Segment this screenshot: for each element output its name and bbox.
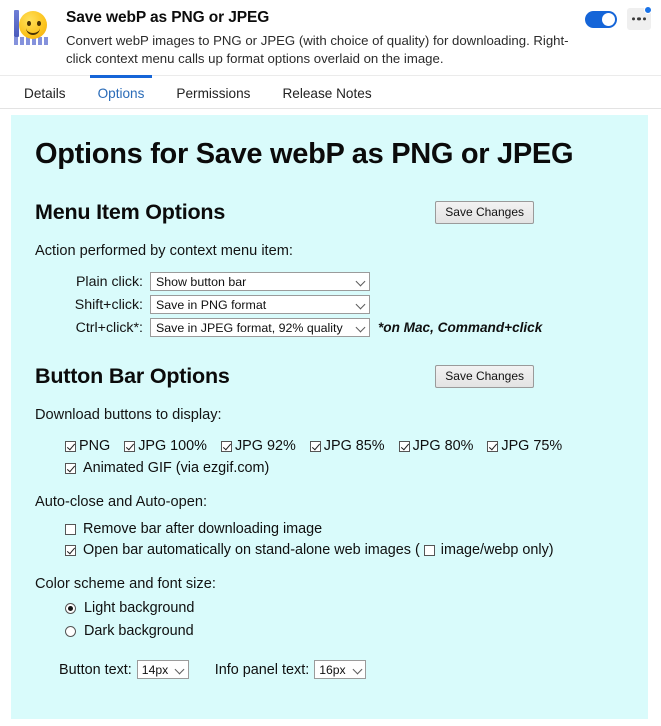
checkbox-webp-only-label: image/webp only bbox=[440, 542, 549, 558]
options-page-inner: Options for Save webP as PNG or JPEG Men… bbox=[11, 135, 648, 679]
context-menu-action-label: Action performed by context menu item: bbox=[35, 243, 293, 259]
autoclose-autoopen-label: Auto-close and Auto-open: bbox=[35, 494, 208, 510]
radio-dark-background[interactable]: Dark background bbox=[65, 622, 624, 640]
checkbox-jpg-75[interactable]: JPG 75% bbox=[487, 437, 562, 455]
notification-badge-dot bbox=[644, 6, 652, 14]
save-changes-menu-button[interactable]: Save Changes bbox=[435, 200, 534, 224]
radio-icon bbox=[65, 625, 76, 637]
tab-permissions[interactable]: Permissions bbox=[160, 76, 266, 103]
toggle-knob bbox=[602, 12, 615, 26]
menu-item-options-header: Menu Item Options Save Changes bbox=[35, 199, 624, 225]
tab-release-notes[interactable]: Release Notes bbox=[266, 76, 387, 103]
checkbox-remove-bar[interactable]: Remove bar after downloading image bbox=[65, 521, 624, 537]
checkbox-open-bar-label: Open bar automatically on stand-alone we… bbox=[83, 542, 420, 558]
extension-description: Convert webP images to PNG or JPEG (with… bbox=[66, 33, 569, 66]
tab-bar: Details Options Permissions Release Note… bbox=[0, 75, 661, 109]
checkbox-jpg-92-label: JPG 92% bbox=[234, 438, 296, 454]
plain-click-value: Show button bar bbox=[156, 274, 247, 289]
checkbox-png[interactable]: PNG bbox=[65, 437, 110, 455]
tab-details[interactable]: Details bbox=[8, 76, 82, 103]
open-bar-suffix: ) bbox=[548, 542, 554, 558]
checkbox-icon bbox=[124, 440, 136, 452]
save-changes-buttonbar-button[interactable]: Save Changes bbox=[435, 364, 534, 388]
header-controls bbox=[585, 6, 652, 30]
context-menu-action-rows: Plain click: Show button bar Shift+click… bbox=[59, 272, 624, 337]
checkbox-animated-gif[interactable]: Animated GIF (via ezgif.com) bbox=[65, 460, 624, 476]
radio-light-background[interactable]: Light background bbox=[65, 599, 624, 617]
extension-enabled-toggle[interactable] bbox=[585, 10, 617, 28]
tab-options[interactable]: Options bbox=[82, 75, 161, 103]
checkbox-webp-only-icon[interactable] bbox=[423, 544, 435, 556]
checkbox-jpg-92[interactable]: JPG 92% bbox=[220, 437, 296, 455]
checkbox-jpg-85-label: JPG 85% bbox=[323, 438, 385, 454]
download-buttons-checkbox-row: PNG JPG 100% JPG 92% JPG 85% JPG 80% JPG… bbox=[65, 437, 624, 455]
ctrl-click-value: Save in JPEG format, 92% quality bbox=[156, 320, 343, 335]
menu-item-options-title: Menu Item Options bbox=[35, 200, 226, 224]
ctrl-click-label: Ctrl+click*: bbox=[75, 319, 143, 336]
button-bar-options-header: Button Bar Options Save Changes bbox=[35, 363, 624, 389]
chevron-down-icon bbox=[356, 300, 365, 309]
info-panel-text-label: Info panel text: bbox=[214, 661, 310, 678]
chevron-down-icon bbox=[176, 665, 185, 674]
button-text-size-value: 14px bbox=[141, 662, 169, 677]
button-text-label: Button text: bbox=[59, 661, 132, 678]
checkbox-jpg-100-label: JPG 100% bbox=[138, 438, 207, 454]
chevron-down-icon bbox=[353, 665, 362, 674]
ctrl-click-select[interactable]: Save in JPEG format, 92% quality bbox=[150, 318, 370, 337]
shift-click-label: Shift+click: bbox=[74, 296, 143, 313]
button-text-size-select[interactable]: 14px bbox=[136, 660, 189, 679]
checkbox-icon bbox=[487, 440, 499, 452]
ctrl-click-row: Ctrl+click*: Save in JPEG format, 92% qu… bbox=[59, 318, 624, 337]
options-page-frame: Options for Save webP as PNG or JPEG Men… bbox=[11, 115, 648, 719]
radio-light-background-label: Light background bbox=[84, 600, 195, 616]
plain-click-row: Plain click: Show button bar bbox=[59, 272, 624, 291]
radio-dark-background-label: Dark background bbox=[84, 623, 194, 639]
shift-click-select[interactable]: Save in PNG format bbox=[150, 295, 370, 314]
checkbox-open-bar-icon[interactable] bbox=[65, 544, 76, 556]
chevron-down-icon bbox=[356, 277, 365, 286]
shift-click-value: Save in PNG format bbox=[156, 297, 267, 312]
smiley-face-extension-icon bbox=[12, 8, 54, 50]
extension-text-block: Save webP as PNG or JPEG Convert webP im… bbox=[66, 6, 651, 68]
checkbox-jpg-80-label: JPG 80% bbox=[412, 438, 474, 454]
checkbox-icon bbox=[398, 440, 410, 452]
download-buttons-label: Download buttons to display: bbox=[35, 407, 222, 423]
kebab-icon bbox=[627, 17, 651, 21]
info-panel-text-size-select[interactable]: 16px bbox=[314, 660, 367, 679]
plain-click-select[interactable]: Show button bar bbox=[150, 272, 370, 291]
open-bar-automatically-row: Open bar automatically on stand-alone we… bbox=[65, 542, 624, 558]
chevron-down-icon bbox=[356, 323, 365, 332]
mac-command-note: *on Mac, Command+click bbox=[378, 320, 543, 335]
page-title: Options for Save webP as PNG or JPEG bbox=[35, 138, 574, 170]
checkbox-icon bbox=[309, 440, 321, 452]
color-scheme-label: Color scheme and font size: bbox=[35, 576, 216, 592]
checkbox-jpg-80[interactable]: JPG 80% bbox=[398, 437, 474, 455]
info-panel-text-size-value: 16px bbox=[319, 662, 346, 677]
more-options-button[interactable] bbox=[627, 6, 652, 30]
shift-click-row: Shift+click: Save in PNG format bbox=[59, 295, 624, 314]
extension-title: Save webP as PNG or JPEG bbox=[66, 9, 270, 26]
checkbox-icon bbox=[65, 462, 76, 474]
checkbox-png-label: PNG bbox=[79, 438, 111, 454]
checkbox-icon bbox=[65, 440, 76, 452]
plain-click-label: Plain click: bbox=[75, 273, 143, 290]
extension-header: Save webP as PNG or JPEG Convert webP im… bbox=[0, 0, 661, 75]
radio-icon bbox=[65, 602, 76, 614]
font-size-row: Button text: 14px Info panel text: 16px bbox=[59, 660, 624, 679]
animated-gif-row: Animated GIF (via ezgif.com) bbox=[65, 460, 624, 476]
checkbox-icon bbox=[65, 523, 76, 535]
autoclose-options-group: Remove bar after downloading image Open … bbox=[65, 521, 624, 558]
checkbox-icon bbox=[220, 440, 232, 452]
checkbox-jpg-85[interactable]: JPG 85% bbox=[309, 437, 385, 455]
button-bar-options-title: Button Bar Options bbox=[35, 364, 230, 388]
checkbox-jpg-75-label: JPG 75% bbox=[501, 438, 563, 454]
checkbox-animated-gif-label: Animated GIF (via ezgif.com) bbox=[83, 460, 270, 476]
checkbox-remove-bar-label: Remove bar after downloading image bbox=[83, 521, 323, 537]
checkbox-jpg-100[interactable]: JPG 100% bbox=[124, 437, 207, 455]
